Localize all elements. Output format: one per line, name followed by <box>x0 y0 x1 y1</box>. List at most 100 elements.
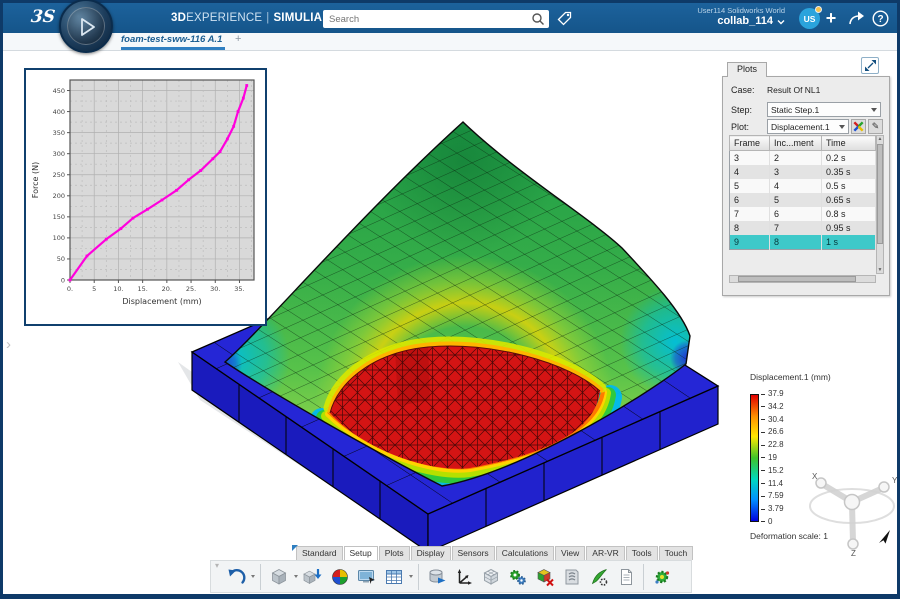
generate-gears-button[interactable] <box>504 563 531 590</box>
user-info[interactable]: User114 Solidworks World collab_114 <box>697 6 785 28</box>
x-tick-label: 20. <box>162 285 172 293</box>
brand-experience: EXPERIENCE <box>186 12 262 24</box>
search-input[interactable] <box>323 14 531 25</box>
step-value: Static Step.1 <box>771 105 819 115</box>
data-point <box>211 157 214 160</box>
undo-button[interactable] <box>222 563 249 590</box>
data-point <box>237 110 240 113</box>
axis-system-button[interactable] <box>450 563 477 590</box>
frame-row[interactable]: 540.5 s <box>730 179 876 193</box>
ribbon-tab-bar: StandardSetupPlotsDisplaySensorsCalculat… <box>296 545 694 560</box>
data-point <box>132 217 135 220</box>
ribbon-tab-plots[interactable]: Plots <box>379 546 410 560</box>
tools-gear-button[interactable] <box>648 563 675 590</box>
frame-row[interactable]: 870.95 s <box>730 221 876 235</box>
frames-table: FrameInc...mentTime 320.2 s430.35 s540.5… <box>729 135 876 250</box>
search-icon[interactable] <box>531 12 545 26</box>
user-context: User114 Solidworks World <box>697 6 785 15</box>
plot-symbol-button[interactable] <box>851 119 866 134</box>
scroll-down-arrow[interactable]: ▼ <box>877 267 883 273</box>
legend-tick-label: 34.2 <box>768 403 784 411</box>
ribbon-tab-sensors[interactable]: Sensors <box>452 546 495 560</box>
frame-cell: 7 <box>770 221 822 235</box>
step-label: Step: <box>731 105 767 115</box>
frame-cell: 5 <box>770 193 822 207</box>
add-button[interactable]: + <box>821 8 841 28</box>
export-database-button[interactable] <box>423 563 450 590</box>
legend-tick-label: 0 <box>768 518 772 526</box>
data-point <box>245 84 248 87</box>
force-displacement-panel[interactable]: 0.510.15.20.25.30.35.0501001502002503003… <box>24 68 267 326</box>
frame-row[interactable]: 320.2 s <box>730 151 876 166</box>
chevron-down-icon <box>871 108 877 112</box>
plot-sphere-button[interactable] <box>326 563 353 590</box>
undo-dropdown-caret[interactable] <box>249 575 256 578</box>
edit-plot-button[interactable]: ✎ <box>868 119 883 134</box>
help-icon[interactable]: ? <box>871 9 889 27</box>
frame-row[interactable]: 981 s <box>730 235 876 250</box>
y-tick-label: 0 <box>61 276 65 284</box>
ribbon-tab-ar-vr[interactable]: AR-VR <box>586 546 624 560</box>
compass-button[interactable] <box>59 0 113 53</box>
data-table-dropdown-caret[interactable] <box>407 575 414 578</box>
delete-plot-icon <box>535 567 555 587</box>
data-point <box>219 150 222 153</box>
tag-icon[interactable] <box>555 9 573 27</box>
play-icon <box>81 18 95 36</box>
y-tick-label: 200 <box>53 192 65 200</box>
mesh-part-icon <box>481 567 501 587</box>
legend-tick-label: 26.6 <box>768 428 784 436</box>
ribbon-tab-display[interactable]: Display <box>411 546 451 560</box>
table-horizontal-scrollbar[interactable] <box>729 275 876 283</box>
ribbon-tab-touch[interactable]: Touch <box>659 546 694 560</box>
open-model-button[interactable] <box>265 563 292 590</box>
share-icon[interactable] <box>846 9 866 27</box>
annotation-quill-icon <box>589 567 609 587</box>
document-tab[interactable]: foam-test-sww-116 A.1 <box>121 34 222 48</box>
ribbon-tab-setup[interactable]: Setup <box>344 546 378 560</box>
ribbon-tab-view[interactable]: View <box>555 546 585 560</box>
plots-panel-tab[interactable]: Plots <box>727 62 767 77</box>
column-header[interactable]: Inc...ment <box>770 136 822 151</box>
scroll-up-arrow[interactable]: ▲ <box>877 136 883 142</box>
ribbon-tab-tools[interactable]: Tools <box>626 546 658 560</box>
import-results-button[interactable] <box>299 563 326 590</box>
new-tab-button[interactable]: + <box>235 33 241 45</box>
y-tick-label: 400 <box>53 108 65 116</box>
open-model-dropdown-caret[interactable] <box>292 575 299 578</box>
column-header[interactable]: Time <box>822 136 876 151</box>
step-dropdown[interactable]: Static Step.1 <box>767 102 881 117</box>
delete-plot-button[interactable] <box>531 563 558 590</box>
plot-sphere-icon <box>330 567 350 587</box>
collab-space-label: collab_114 <box>717 15 773 28</box>
left-panel-expander[interactable]: › <box>6 340 11 350</box>
app-window: 3S 3DEXPERIENCE|SIMULIA Physics Results … <box>0 0 900 599</box>
avatar[interactable]: US <box>799 8 820 29</box>
field-data-button[interactable] <box>558 563 585 590</box>
mesh-part-button[interactable] <box>477 563 504 590</box>
frame-row[interactable]: 650.65 s <box>730 193 876 207</box>
export-database-icon <box>427 567 447 587</box>
frame-row[interactable]: 430.35 s <box>730 165 876 179</box>
table-vertical-scrollbar[interactable]: ▲ ▼ <box>876 135 884 274</box>
report-document-button[interactable] <box>612 563 639 590</box>
pointer-cursor-icon <box>876 529 892 545</box>
legend-tick-label: 22.8 <box>768 441 784 449</box>
ribbon-tab-standard[interactable]: Standard <box>296 546 343 560</box>
toolbar-handle-icon[interactable]: ▾ <box>215 561 219 570</box>
x-tick-label: 15. <box>137 285 147 293</box>
y-tick-label: 300 <box>53 150 65 158</box>
plot-dropdown[interactable]: Displacement.1 <box>767 119 849 134</box>
data-point <box>175 189 178 192</box>
data-table-button[interactable] <box>380 563 407 590</box>
tools-gear-icon <box>652 567 672 587</box>
ribbon-tab-calculations[interactable]: Calculations <box>496 546 554 560</box>
data-point <box>199 169 202 172</box>
frame-row[interactable]: 760.8 s <box>730 207 876 221</box>
column-header[interactable]: Frame <box>730 136 770 151</box>
display-capture-button[interactable] <box>353 563 380 590</box>
data-point <box>161 199 164 202</box>
frame-cell: 1 s <box>822 235 876 250</box>
annotation-quill-button[interactable] <box>585 563 612 590</box>
toolbar-separator <box>418 564 419 590</box>
